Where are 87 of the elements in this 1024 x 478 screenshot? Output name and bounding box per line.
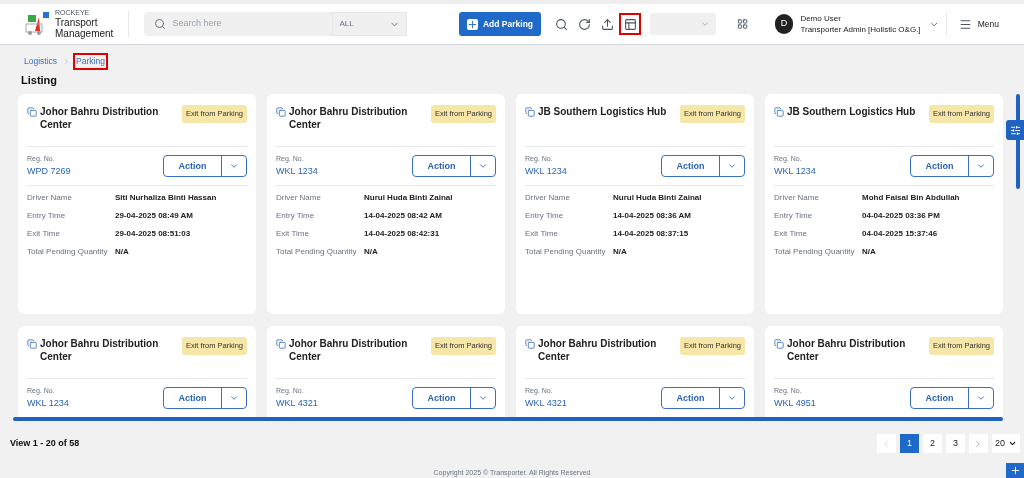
detail-label: Total Pending Quantity [525, 246, 607, 259]
menu-icon [958, 17, 972, 31]
horizontal-scrollbar[interactable] [13, 417, 1003, 422]
breadcrumb-separator-icon [63, 57, 71, 65]
breadcrumb-link[interactable]: Parking [73, 53, 108, 70]
card-title: Johor Bahru Distribution Center [40, 337, 160, 364]
detail-value: Siti Nurhaliza Binti Hassan [115, 192, 218, 205]
detail-value: 14-04-2025 08:37:15 [613, 228, 690, 241]
detail-label: Total Pending Quantity [774, 246, 856, 259]
reg-number[interactable]: WKL 1234 [774, 164, 816, 179]
reg-number[interactable]: WKL 1234 [276, 164, 318, 179]
sliders-icon [1009, 124, 1021, 136]
detail-label: Total Pending Quantity [27, 246, 109, 259]
detail-label: Entry Time [27, 210, 67, 223]
reg-number[interactable]: WKL 4321 [525, 396, 567, 411]
page-button[interactable]: 1 [900, 434, 919, 454]
card-title: Johor Bahru Distribution Center [289, 337, 409, 364]
user-name: Demo User [800, 13, 842, 24]
detail-value: 14-04-2025 08:42 AM [364, 210, 443, 223]
logo-title: Management [55, 28, 114, 39]
detail-label: Driver Name [525, 192, 571, 205]
plus-icon [1009, 465, 1021, 476]
user-role: Transporter Admin [Holistic O&G.] [800, 24, 921, 35]
menu-button[interactable]: Menu [958, 17, 999, 31]
detail-value: 04-04-2025 03:36 PM [862, 210, 941, 223]
detail-value: N/A [862, 246, 877, 259]
detail-label: Driver Name [27, 192, 73, 205]
reg-number[interactable]: WKL 4321 [276, 396, 318, 411]
copy-icon[interactable] [276, 339, 286, 350]
card-title: JB Southern Logistics Hub [787, 105, 916, 119]
detail-label: Exit Time [276, 228, 310, 241]
card-title: Johor Bahru Distribution Center [538, 337, 658, 364]
card-title: Johor Bahru Distribution Center [787, 337, 907, 364]
copy-icon[interactable] [276, 107, 286, 118]
detail-value: 14-04-2025 08:36 AM [613, 210, 692, 223]
breadcrumb-link[interactable]: Logistics [21, 53, 61, 70]
search-field[interactable]: Search here ALL [144, 12, 407, 36]
filter-dropdown[interactable]: ALL [332, 12, 407, 36]
detail-label: Driver Name [276, 192, 322, 205]
detail-value: N/A [115, 246, 130, 259]
card-title: Johor Bahru Distribution Center [40, 105, 160, 132]
detail-value: Mohd Faisal Bin Abdullah [862, 192, 961, 205]
reg-number[interactable]: WPD 7269 [27, 164, 71, 179]
detail-label: Total Pending Quantity [276, 246, 358, 259]
copy-icon[interactable] [27, 339, 37, 350]
filter-tab-button[interactable] [1006, 120, 1024, 141]
search-input[interactable]: Search here [172, 17, 333, 31]
per-page-select[interactable]: 20 [992, 434, 1020, 454]
page-button[interactable]: 2 [923, 434, 942, 454]
detail-value: 14-04-2025 08:42:31 [364, 228, 441, 241]
page-title: Listing [20, 72, 59, 88]
copy-icon[interactable] [525, 339, 535, 350]
reg-number[interactable]: WKL 1234 [27, 396, 69, 411]
detail-label: Entry Time [276, 210, 316, 223]
detail-label: Entry Time [774, 210, 814, 223]
detail-value: Nurul Huda Binti Zainal [364, 192, 454, 205]
add-floating-button[interactable] [1006, 463, 1024, 478]
results-summary: View 1 - 20 of 58 [10, 437, 80, 450]
search-icon [154, 18, 167, 30]
detail-label: Driver Name [774, 192, 820, 205]
apps-grid-icon[interactable] [736, 18, 748, 30]
reg-number[interactable]: WKL 1234 [525, 164, 567, 179]
user-avatar[interactable]: D [774, 14, 794, 34]
detail-value: 29-04-2025 08:49 AM [115, 210, 194, 223]
layout-icon[interactable] [619, 13, 642, 35]
copy-icon[interactable] [525, 107, 535, 118]
card-title: Johor Bahru Distribution Center [289, 105, 409, 132]
truck-logo-icon [25, 11, 51, 37]
chevron-down-icon [699, 19, 710, 29]
add-parking-button[interactable]: Add Parking [458, 12, 542, 36]
copy-icon[interactable] [774, 107, 784, 118]
page-button[interactable]: 3 [946, 434, 965, 454]
reg-number[interactable]: WKL 4951 [774, 396, 816, 411]
card-title: JB Southern Logistics Hub [538, 105, 667, 119]
detail-value: 04-04-2025 15:37:46 [862, 228, 939, 241]
copy-icon[interactable] [774, 339, 784, 350]
detail-value: N/A [613, 246, 628, 259]
detail-value: Nurul Huda Binti Zainal [613, 192, 703, 205]
detail-label: Exit Time [774, 228, 808, 241]
detail-label: Entry Time [525, 210, 565, 223]
detail-value: N/A [364, 246, 379, 259]
detail-value: 29-04-2025 08:51:03 [115, 228, 192, 241]
detail-label: Exit Time [525, 228, 559, 241]
logo-title: Transport [55, 17, 98, 28]
plus-icon [466, 18, 478, 30]
copy-icon[interactable] [27, 107, 37, 118]
detail-label: Exit Time [27, 228, 61, 241]
